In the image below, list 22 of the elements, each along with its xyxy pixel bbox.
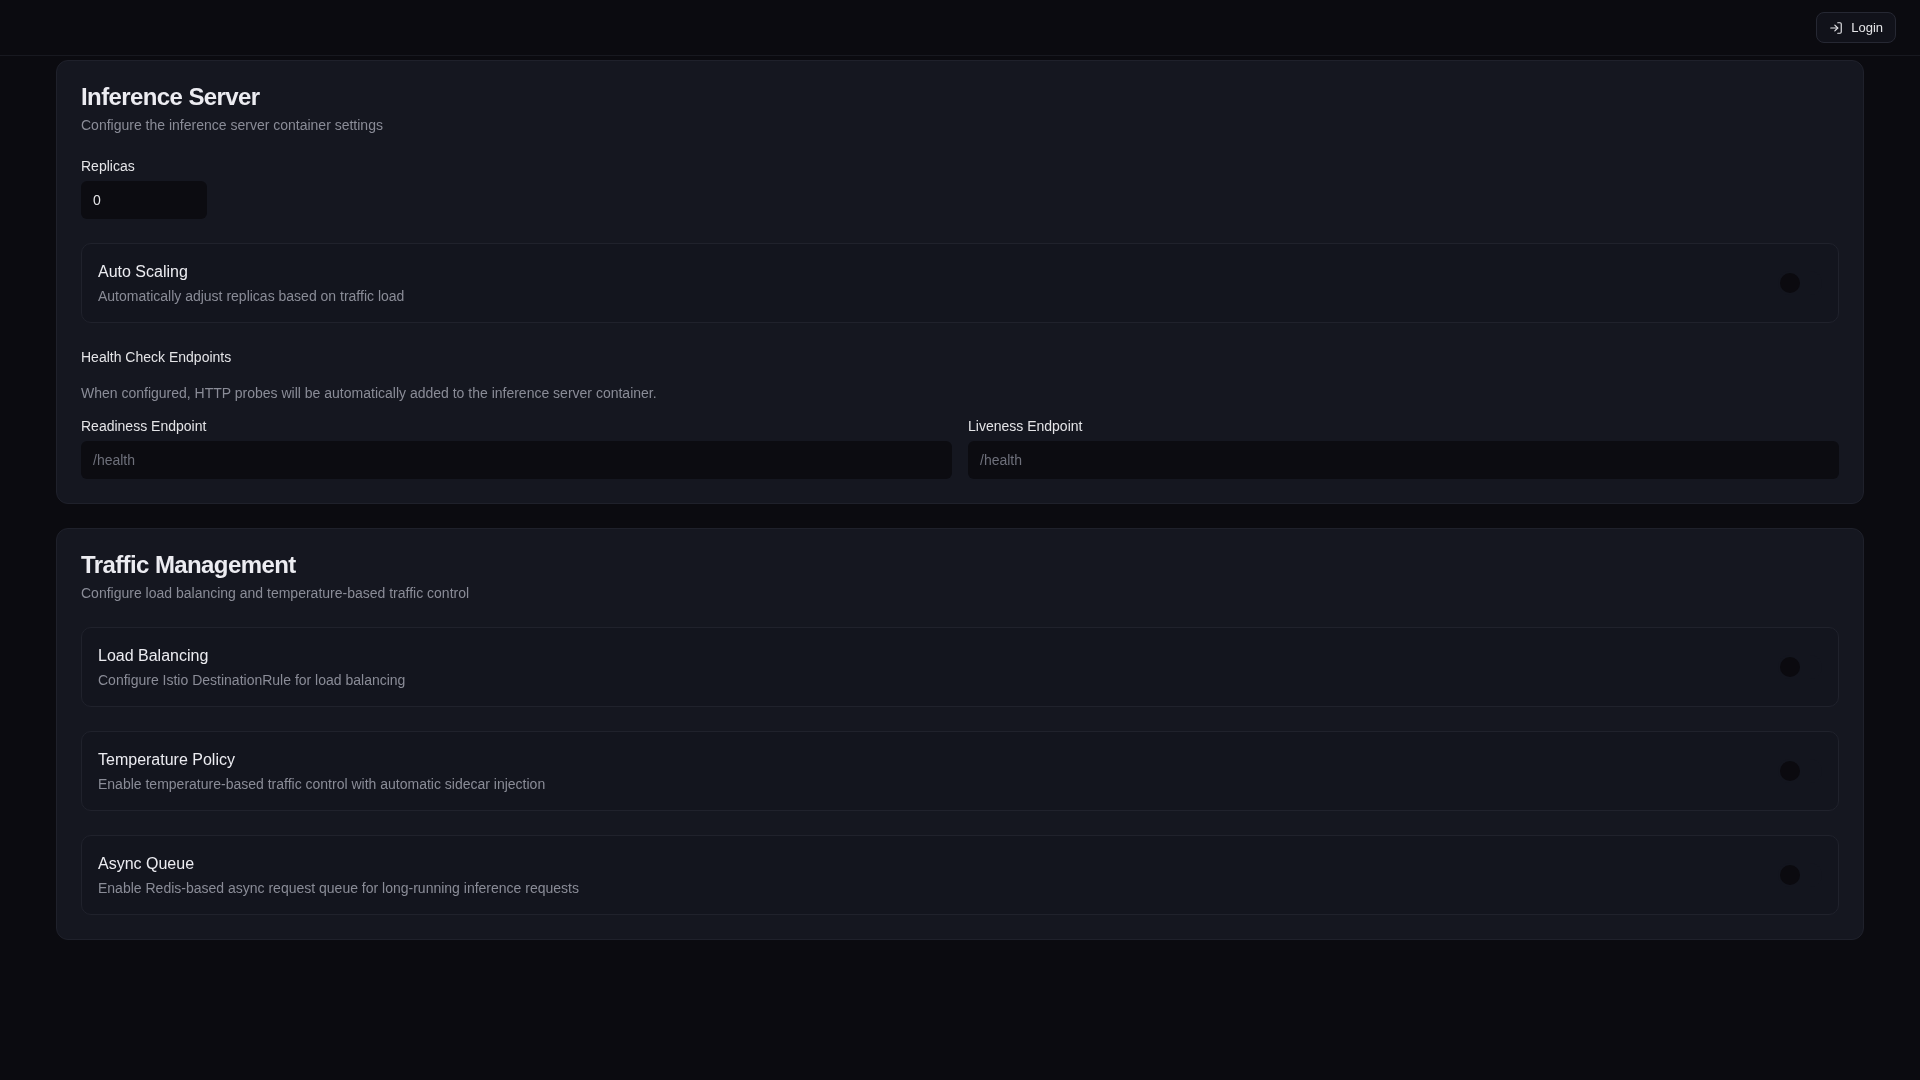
number-field[interactable]: 0 [81, 181, 207, 219]
toggle-title: Async Queue [98, 854, 196, 874]
field-label: Liveness Endpoint [968, 419, 1084, 433]
toggle-title: Temperature Policy [98, 750, 236, 770]
toggle-description: Automatically adjust replicas based on traffic load [98, 287, 405, 306]
section-description: Configure the inference server container settings [81, 116, 384, 135]
group-description: When configured, HTTP probes will be automatically added to the inference server container. [81, 384, 658, 403]
section-title: Traffic Management [81, 553, 297, 577]
text-field[interactable]: /health [968, 441, 1839, 479]
section-description: Configure load balancing and temperature-based traffic control [81, 584, 471, 603]
field-label: Readiness Endpoint [81, 419, 208, 433]
toggle-title: Load Balancing [98, 646, 210, 666]
field-label: Replicas [81, 159, 136, 173]
log-in-icon [1829, 20, 1844, 35]
toggle-title: Auto Scaling [98, 262, 189, 282]
toggle-description: Enable temperature-based traffic control with automatic sidecar injection [98, 775, 546, 794]
toggle-description: Configure Istio DestinationRule for load balancing [98, 671, 406, 690]
toggle-description: Enable Redis-based async request queue for long-running inference requests [98, 879, 579, 898]
text-field[interactable]: /health [81, 441, 952, 479]
section-title: Inference Server [81, 85, 261, 109]
group-heading: Health Check Endpoints [81, 348, 233, 367]
login-button[interactable]: Login [1816, 12, 1896, 43]
